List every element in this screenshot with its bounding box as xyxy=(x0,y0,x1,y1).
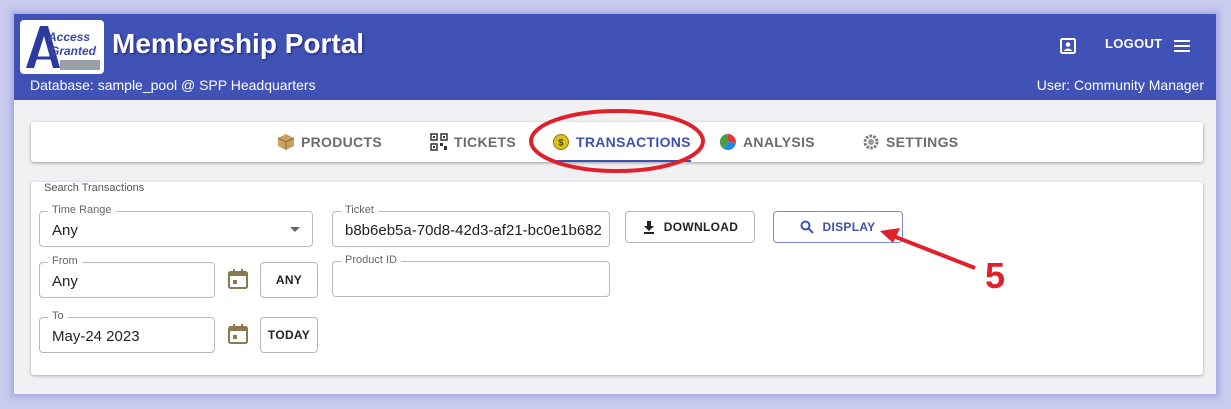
tab-label: PRODUCTS xyxy=(301,134,382,150)
display-button[interactable]: DISPLAY xyxy=(773,211,903,243)
ticket-input[interactable]: Ticket b8b6eb5a-70d8-42d3-af21-bc0e1b682… xyxy=(332,204,610,247)
from-calendar-icon[interactable] xyxy=(227,268,249,290)
chevron-down-icon xyxy=(290,227,300,232)
database-info: Database: sample_pool @ SPP Headquarters xyxy=(30,77,316,93)
app-title: Membership Portal xyxy=(112,28,365,59)
field-value: b8b6eb5a-70d8-42d3-af21-bc0e1b682c xyxy=(345,222,601,239)
coin-icon: $ xyxy=(552,133,570,151)
tab-label: TICKETS xyxy=(454,134,516,150)
main-tabs: PRODUCTS TICKETS $ TRANSACTIONS ANALYSIS… xyxy=(31,122,1203,162)
qr-code-icon xyxy=(430,133,448,151)
from-date-field[interactable]: From Any xyxy=(39,255,215,298)
tab-tickets[interactable]: TICKETS xyxy=(430,122,516,162)
download-button[interactable]: DOWNLOAD xyxy=(625,211,755,243)
any-button[interactable]: ANY xyxy=(260,262,318,298)
button-label: DISPLAY xyxy=(822,220,876,234)
access-granted-logo: Access Granted xyxy=(20,20,104,74)
field-label: Ticket xyxy=(341,204,378,216)
tab-settings[interactable]: SETTINGS xyxy=(862,122,958,162)
search-transactions-panel: Search Transactions Time Range Any From … xyxy=(31,182,1203,375)
logout-button[interactable]: LOGOUT xyxy=(1105,36,1162,51)
tab-label: SETTINGS xyxy=(886,134,959,150)
panel-title: Search Transactions xyxy=(44,182,145,194)
to-date-field[interactable]: To May-24 2023 xyxy=(39,310,215,353)
tab-label: TRANSACTIONS xyxy=(576,134,691,150)
field-value: Any xyxy=(52,222,78,239)
user-info: User: Community Manager xyxy=(1036,77,1204,93)
field-label: From xyxy=(48,255,82,267)
today-button[interactable]: TODAY xyxy=(260,317,318,353)
app-header: Access Granted Membership Portal Databas… xyxy=(14,14,1216,100)
tab-transactions[interactable]: $ TRANSACTIONS xyxy=(552,122,691,162)
product-id-input[interactable]: Product ID xyxy=(332,254,610,297)
app-window: Access Granted Membership Portal Databas… xyxy=(14,14,1216,394)
logo-text-granted: Granted xyxy=(50,44,97,58)
package-icon xyxy=(277,133,295,151)
pie-chart-icon xyxy=(719,133,737,151)
tab-products[interactable]: PRODUCTS xyxy=(277,122,382,162)
field-label: Product ID xyxy=(341,254,401,266)
field-value: Any xyxy=(52,273,78,290)
tab-label: ANALYSIS xyxy=(743,134,815,150)
button-label: DOWNLOAD xyxy=(663,220,739,234)
annotation-step-number: 5 xyxy=(985,255,1006,296)
search-icon xyxy=(800,220,815,234)
tab-analysis[interactable]: ANALYSIS xyxy=(719,122,815,162)
field-label: Time Range xyxy=(48,204,116,216)
logo-text-access: Access xyxy=(48,30,91,44)
to-calendar-icon[interactable] xyxy=(227,323,249,345)
field-label: To xyxy=(48,310,68,322)
field-value: May-24 2023 xyxy=(52,328,140,345)
gear-icon xyxy=(862,133,880,151)
svg-text:$: $ xyxy=(558,138,563,148)
time-range-select[interactable]: Time Range Any xyxy=(39,204,313,247)
download-icon xyxy=(643,221,654,234)
menu-icon[interactable] xyxy=(1170,34,1194,58)
account-box-icon[interactable] xyxy=(1056,34,1080,58)
